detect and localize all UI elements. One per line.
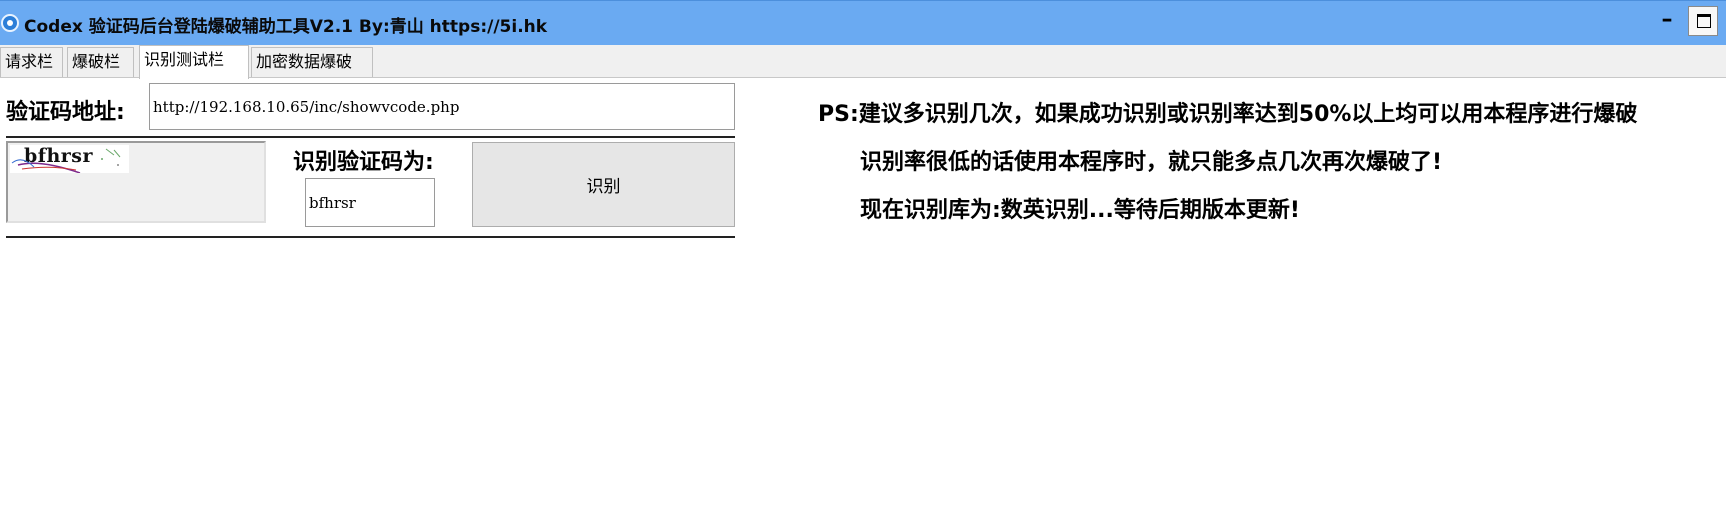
note-line-2: 识别率很低的话使用本程序时，就只能多点几次再次爆破了! <box>860 150 1443 175</box>
tab-strip: 请求栏 爆破栏 识别测试栏 加密数据爆破 <box>0 45 1726 79</box>
recognize-button[interactable]: 识别 <box>472 142 735 227</box>
tab-recognition-test[interactable]: 识别测试栏 <box>139 45 249 79</box>
note-line-3: 现在识别库为:数英识别...等待后期版本更新! <box>860 198 1300 223</box>
minimize-button[interactable]: – <box>1655 5 1679 35</box>
divider-top <box>6 136 735 138</box>
maximize-button[interactable] <box>1688 6 1718 36</box>
captcha-preview: bfhrsr <box>6 141 266 223</box>
tab-request[interactable]: 请求栏 <box>0 47 63 77</box>
captcha-url-input[interactable] <box>149 83 735 130</box>
captcha-image: bfhrsr <box>10 145 129 173</box>
recognized-code-label: 识别验证码为: <box>293 150 434 175</box>
tab-encrypted-bruteforce[interactable]: 加密数据爆破 <box>251 47 373 77</box>
recognized-code-input[interactable] <box>305 178 435 227</box>
window-title: Codex 验证码后台登陆爆破辅助工具V2.1 By:青山 https://5i… <box>24 17 548 37</box>
captcha-noise <box>11 148 121 173</box>
divider-bottom <box>6 236 735 238</box>
tab-bruteforce[interactable]: 爆破栏 <box>67 47 134 77</box>
note-line-1: PS:建议多识别几次，如果成功识别或识别率达到50%以上均可以用本程序进行爆破 <box>818 102 1638 127</box>
maximize-icon <box>1697 14 1711 28</box>
title-bar: Codex 验证码后台登陆爆破辅助工具V2.1 By:青山 https://5i… <box>0 0 1726 45</box>
notes-panel: PS:建议多识别几次，如果成功识别或识别率达到50%以上均可以用本程序进行爆破 … <box>818 100 1726 244</box>
app-icon <box>1 14 19 32</box>
captcha-url-label: 验证码地址: <box>6 100 125 125</box>
